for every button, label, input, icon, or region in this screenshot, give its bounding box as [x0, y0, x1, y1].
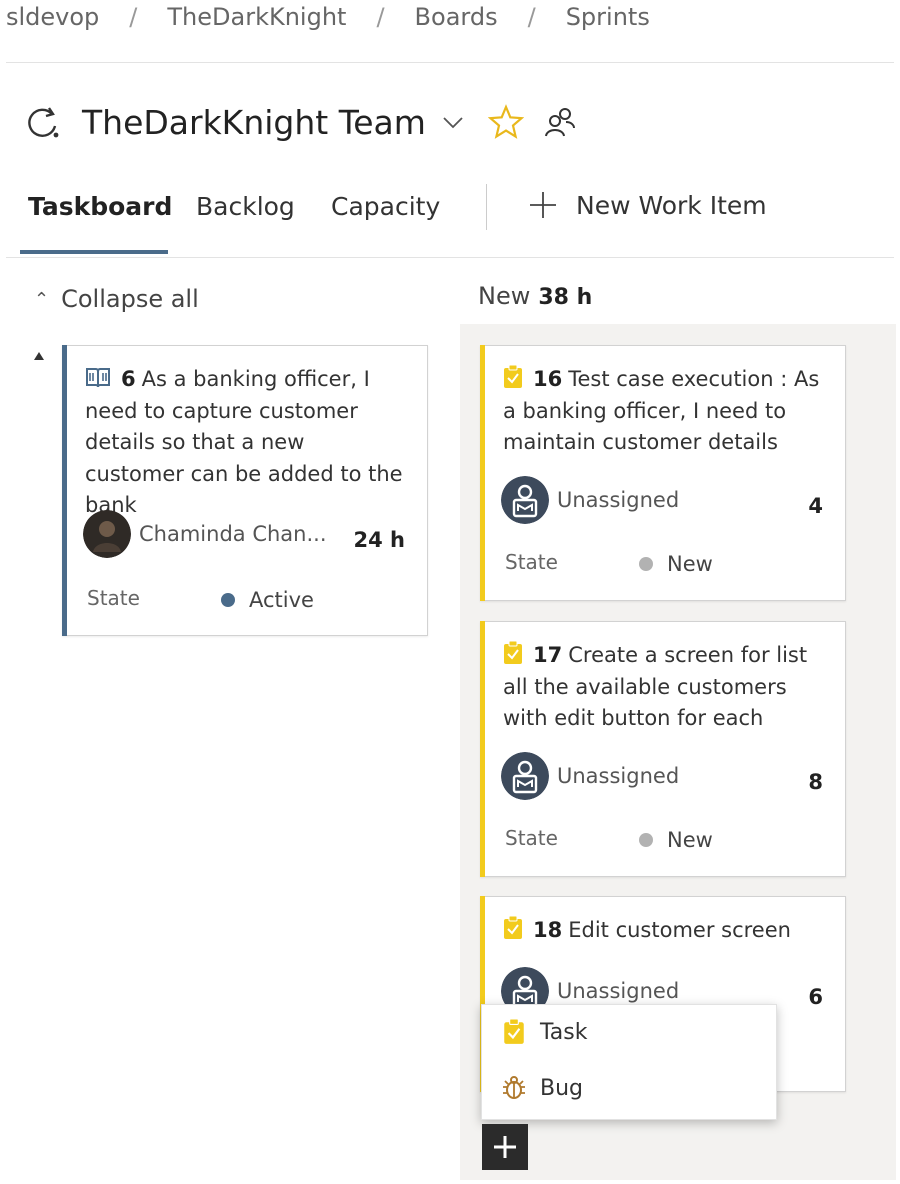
- collapse-icon: ⌃: [34, 288, 50, 310]
- story-state-label: State: [87, 586, 140, 610]
- task-remaining: 8: [808, 770, 823, 794]
- task-card-title[interactable]: 16 Test case execution : As a banking off…: [503, 364, 827, 459]
- breadcrumb-separator: /: [527, 3, 536, 31]
- story-state[interactable]: Active: [221, 588, 314, 612]
- breadcrumb-org[interactable]: sldevop: [6, 3, 99, 31]
- task-state[interactable]: New: [639, 828, 713, 852]
- task-card[interactable]: 17 Create a screen for list all the avail…: [480, 621, 846, 877]
- menu-item-task-label: Task: [540, 1019, 588, 1045]
- breadcrumb-boards[interactable]: Boards: [415, 3, 498, 31]
- header-divider: [6, 62, 894, 63]
- task-remaining: 4: [808, 494, 823, 518]
- team-title[interactable]: TheDarkKnight Team: [82, 103, 426, 142]
- team-header: TheDarkKnight Team: [22, 98, 576, 146]
- breadcrumb-separator: /: [129, 3, 138, 31]
- add-item-menu: Task Bug: [481, 1004, 777, 1120]
- task-assignee[interactable]: Unassigned: [501, 752, 679, 800]
- menu-item-bug[interactable]: Bug: [502, 1075, 583, 1101]
- plus-icon: [530, 192, 556, 218]
- breadcrumb-project[interactable]: TheDarkKnight: [167, 3, 346, 31]
- task-assignee-name: Unassigned: [557, 488, 680, 512]
- task-card-color-bar: [480, 345, 485, 601]
- user-avatar-icon: [501, 752, 549, 800]
- task-assignee-name: Unassigned: [557, 979, 680, 1003]
- task-clipboard-icon: [504, 641, 522, 664]
- menu-item-bug-label: Bug: [540, 1075, 584, 1101]
- row-expander-icon[interactable]: [34, 352, 44, 360]
- task-assignee[interactable]: Unassigned: [501, 476, 679, 524]
- favorite-star-icon[interactable]: [487, 104, 524, 140]
- sprint-icon: [28, 107, 59, 138]
- task-card[interactable]: 16 Test case execution : As a banking off…: [480, 345, 846, 601]
- task-clipboard-icon: [504, 1019, 524, 1044]
- task-clipboard-icon: [504, 916, 522, 939]
- task-state-label: State: [505, 826, 558, 850]
- story-card-title[interactable]: 6 As a banking officer, I need to capture…: [85, 364, 409, 522]
- add-work-item-button[interactable]: [482, 1124, 528, 1170]
- new-work-item-label: New Work Item: [576, 190, 767, 220]
- breadcrumb: sldevop / TheDarkKnight / Boards / Sprin…: [6, 0, 650, 34]
- column-hours: 38 h: [538, 285, 593, 310]
- breadcrumb-separator: /: [376, 3, 385, 31]
- column-header-new: New 38 h: [478, 282, 592, 310]
- state-dot-icon: [639, 833, 653, 847]
- user-avatar-icon: [501, 476, 549, 524]
- story-assignee-name: Chaminda Chan...: [139, 522, 327, 546]
- story-card[interactable]: 6 As a banking officer, I need to capture…: [62, 345, 428, 636]
- task-title-text: Edit customer screen: [568, 918, 791, 942]
- task-state-value: New: [667, 552, 713, 576]
- story-hours: 24 h: [353, 528, 406, 552]
- state-dot-icon: [221, 593, 235, 607]
- team-members-icon[interactable]: [544, 106, 576, 138]
- task-id: 17: [533, 643, 563, 667]
- task-clipboard-icon: [504, 365, 522, 388]
- task-card-title[interactable]: 18 Edit customer screen: [503, 915, 827, 947]
- task-state-value: New: [667, 828, 713, 852]
- task-assignee-name: Unassigned: [557, 764, 680, 788]
- new-work-item-button[interactable]: New Work Item: [528, 190, 767, 220]
- task-id: 18: [533, 918, 563, 942]
- book-icon: [86, 368, 110, 388]
- state-dot-icon: [639, 557, 653, 571]
- tab-capacity[interactable]: Capacity: [331, 192, 440, 221]
- collapse-all-button[interactable]: ⌃ Collapse all: [34, 285, 199, 313]
- menu-item-task[interactable]: Task: [502, 1019, 587, 1045]
- user-avatar-icon: [83, 510, 131, 558]
- task-card-color-bar: [480, 621, 485, 877]
- column-name: New: [478, 282, 531, 310]
- task-state[interactable]: New: [639, 552, 713, 576]
- story-id: 6: [121, 367, 136, 391]
- task-id: 16: [533, 367, 563, 391]
- active-tab-indicator: [20, 250, 168, 254]
- tab-taskboard[interactable]: Taskboard: [28, 192, 172, 221]
- tabs-divider: [6, 257, 894, 258]
- collapse-all-label: Collapse all: [61, 285, 199, 313]
- plus-icon: [494, 1136, 516, 1158]
- tab-bar: Taskboard Backlog Capacity New Work Item: [10, 182, 894, 258]
- chevron-down-icon[interactable]: [440, 109, 466, 135]
- task-card-title[interactable]: 17 Create a screen for list all the avail…: [503, 640, 827, 735]
- story-state-value: Active: [249, 588, 314, 612]
- breadcrumb-sprints[interactable]: Sprints: [566, 3, 650, 31]
- task-remaining: 6: [808, 985, 823, 1009]
- task-state-label: State: [505, 550, 558, 574]
- bug-icon: [503, 1076, 525, 1099]
- tab-backlog[interactable]: Backlog: [196, 192, 295, 221]
- tab-divider: [486, 184, 487, 230]
- story-assignee[interactable]: Chaminda Chan...: [83, 510, 327, 558]
- story-card-color-bar: [62, 345, 67, 636]
